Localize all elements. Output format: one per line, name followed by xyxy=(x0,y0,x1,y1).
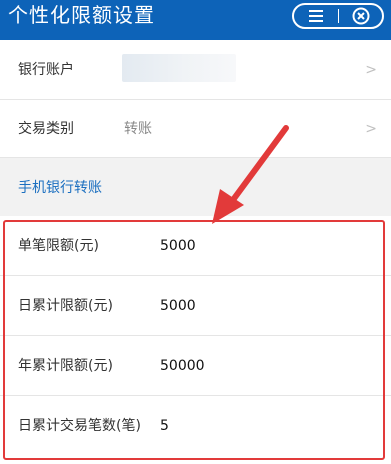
trade-type-label: 交易类别 xyxy=(18,121,74,137)
section-header: 手机银行转账 xyxy=(0,158,391,216)
section-title: 手机银行转账 xyxy=(18,180,102,196)
bank-account-label: 银行账户 xyxy=(18,62,74,78)
app-header: 个性化限额设置 xyxy=(0,0,391,40)
chevron-right-icon: > xyxy=(365,121,377,137)
menu-icon xyxy=(309,10,323,22)
trade-type-row[interactable]: 交易类别 转账 > xyxy=(0,100,391,158)
chevron-right-icon: > xyxy=(365,62,377,78)
close-circle-icon xyxy=(352,7,370,25)
close-button[interactable] xyxy=(346,6,376,26)
menu-button[interactable] xyxy=(302,7,330,25)
page-title: 个性化限额设置 xyxy=(8,3,155,27)
bank-account-row[interactable]: 银行账户 > xyxy=(0,40,391,100)
annotation-highlight-box xyxy=(3,220,385,460)
trade-type-value: 转账 xyxy=(124,121,152,137)
header-action-pill xyxy=(292,3,384,29)
masked-account-number xyxy=(122,54,236,82)
pill-divider xyxy=(338,9,339,23)
